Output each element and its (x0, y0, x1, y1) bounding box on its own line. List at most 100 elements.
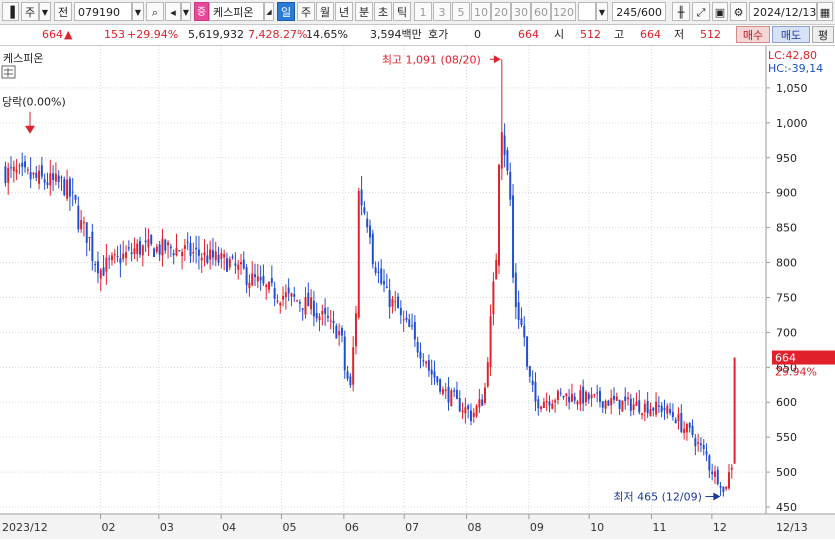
candle-body (441, 389, 444, 395)
interval-10[interactable]: 10 (471, 2, 491, 21)
stock-name-dropdown[interactable]: ◢ (264, 2, 274, 21)
market-dropdown[interactable]: ▼ (39, 2, 51, 21)
candle-body (276, 300, 279, 302)
hoga-value: 0 (474, 28, 481, 41)
speaker-icon[interactable]: ◂ (165, 2, 181, 21)
sell-button[interactable]: 매도 (772, 26, 810, 43)
candle-body (108, 258, 111, 260)
candle-body (32, 172, 35, 175)
candle-body (298, 301, 301, 304)
speaker-dropdown[interactable]: ▼ (181, 2, 191, 21)
candle-body (259, 277, 262, 281)
candle-body (671, 411, 674, 418)
candle-body (265, 284, 268, 288)
period-day[interactable]: 일 (277, 2, 295, 21)
candle-body (702, 444, 705, 449)
interval-120[interactable]: 120 (551, 2, 576, 21)
candle-body (363, 207, 366, 214)
candle-body (388, 289, 391, 308)
market-select[interactable]: 주 (21, 2, 39, 21)
price-chart[interactable]: 1,050 1,000 950 900 850 800 750 700 650 600 550 500… (0, 46, 835, 539)
candle-body (192, 252, 195, 254)
period-second[interactable]: 초 (374, 2, 392, 21)
interval-5[interactable]: 5 (452, 2, 470, 21)
volume: 5,619,932 (188, 28, 244, 41)
interval-dropdown[interactable]: ▼ (596, 2, 608, 21)
drawing-icon[interactable]: ⤢ (692, 2, 710, 21)
candle-body (528, 366, 531, 377)
search-icon[interactable]: ⌕ (146, 2, 164, 21)
candle-body (155, 246, 158, 252)
flat-button[interactable]: 평 (812, 26, 834, 43)
code-input[interactable]: 079190 (74, 2, 132, 21)
candle-body (119, 258, 122, 264)
candle-body (139, 240, 142, 255)
y-tick-label: 450 (776, 501, 797, 514)
candle-body (116, 256, 119, 258)
interval-20[interactable]: 20 (491, 2, 511, 21)
interval-30[interactable]: 30 (511, 2, 531, 21)
candle-body (186, 241, 189, 243)
candle-body (509, 171, 512, 200)
candle-body (500, 132, 503, 169)
candle-body (430, 369, 433, 375)
type-select[interactable]: 전 (54, 2, 72, 21)
date-input[interactable]: 2024/12/13 (749, 2, 817, 21)
x-tick-label: 06 (345, 521, 359, 534)
interval-60[interactable]: 60 (531, 2, 551, 21)
candle-body (730, 467, 733, 470)
candle-body (416, 341, 419, 353)
candle-body (559, 392, 562, 394)
interval-3[interactable]: 3 (433, 2, 451, 21)
interval-input[interactable] (578, 2, 596, 21)
candle-body (60, 177, 63, 179)
candle-body (677, 413, 680, 422)
candle-body (340, 328, 343, 336)
candle-body (422, 360, 425, 362)
calendar-icon[interactable]: ▦ (817, 2, 833, 21)
chart-type-icon[interactable]: ╫ (672, 2, 690, 21)
candle-body (237, 264, 240, 270)
current-price: 664 (42, 28, 63, 41)
candle-body (568, 396, 571, 403)
price-info-bar: 664 ▲ 153 +29.94% 5,619,932 7,428.27% 14… (0, 25, 835, 46)
candle-body (122, 253, 125, 260)
candlestick-chart[interactable]: 1,0501,000950900850800750700650600550500… (0, 46, 835, 539)
candle-body (481, 399, 484, 406)
candle-body (195, 247, 198, 250)
candle-body (7, 167, 10, 183)
candle-body (223, 254, 226, 258)
high-note: 최고 1,091 (08/20) (382, 53, 481, 66)
chart-legend: 케스피온 (3, 52, 43, 65)
interval-1[interactable]: 1 (414, 2, 432, 21)
price-change: 153 (104, 28, 125, 41)
candle-body (425, 361, 428, 364)
candle-body (38, 170, 41, 184)
candle-body (397, 296, 400, 309)
candle-body (130, 252, 133, 255)
period-tick[interactable]: 틱 (393, 2, 411, 21)
candle-body (346, 371, 349, 379)
stock-name: 케스피온 (209, 2, 264, 21)
period-month[interactable]: 월 (316, 2, 334, 21)
period-week[interactable]: 주 (297, 2, 315, 21)
candle-body (492, 281, 495, 315)
candle-body (531, 380, 534, 385)
layout-icon[interactable]: ▐ (2, 2, 19, 21)
candle-body (615, 396, 618, 401)
save-icon[interactable]: ▣ (712, 2, 728, 21)
current-pct-label: 29.94% (775, 366, 817, 379)
candle-body (646, 400, 649, 414)
candle-body (318, 316, 321, 321)
buy-button[interactable]: 매수 (736, 26, 770, 43)
candle-body (526, 336, 529, 367)
period-year[interactable]: 년 (335, 2, 353, 21)
gear-icon[interactable]: ⚙ (730, 2, 747, 21)
candle-body (63, 178, 66, 196)
candle-body (228, 258, 231, 268)
candle-body (141, 245, 144, 256)
candle-body (352, 347, 355, 385)
period-minute[interactable]: 분 (355, 2, 373, 21)
candle-body (464, 407, 467, 414)
code-dropdown[interactable]: ▼ (132, 2, 144, 21)
